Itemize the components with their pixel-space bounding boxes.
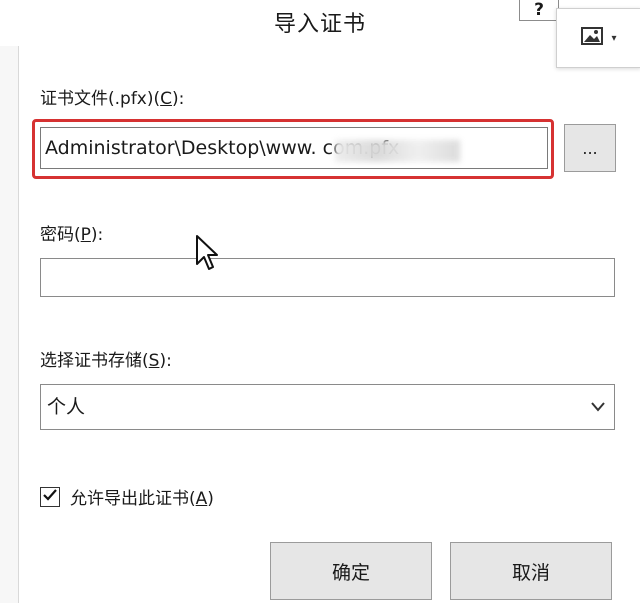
- chevron-down-icon: ▾: [611, 32, 617, 44]
- password-input[interactable]: [40, 258, 615, 297]
- certificate-store-select[interactable]: 个人: [40, 384, 615, 430]
- allow-export-checkbox[interactable]: [40, 486, 60, 507]
- mouse-pointer-icon: [195, 234, 219, 276]
- cancel-button[interactable]: 取消: [450, 542, 612, 600]
- checkmark-icon: [42, 487, 58, 507]
- redacted-domain: [335, 140, 460, 162]
- title-bar: 导入证书 ?: [0, 0, 640, 46]
- image-icon: [581, 27, 604, 49]
- certificate-file-input[interactable]: Administrator\Desktop\www. com.pfx: [40, 127, 548, 169]
- certificate-file-label: 证书文件(.pfx)(C):: [40, 89, 185, 109]
- browse-button[interactable]: ...: [564, 124, 616, 172]
- certificate-store-label: 选择证书存储(S):: [40, 351, 172, 371]
- ok-button[interactable]: 确定: [270, 542, 432, 600]
- image-popup-button[interactable]: ▾: [556, 8, 640, 68]
- chevron-down-icon: [590, 385, 606, 446]
- password-label: 密码(P):: [40, 225, 104, 245]
- allow-export-label: 允许导出此证书(A): [70, 489, 214, 509]
- left-window-edge: [0, 0, 19, 603]
- help-button[interactable]: ?: [519, 0, 559, 21]
- certificate-store-value: 个人: [47, 396, 86, 418]
- allow-export-row[interactable]: 允许导出此证书(A): [40, 484, 214, 509]
